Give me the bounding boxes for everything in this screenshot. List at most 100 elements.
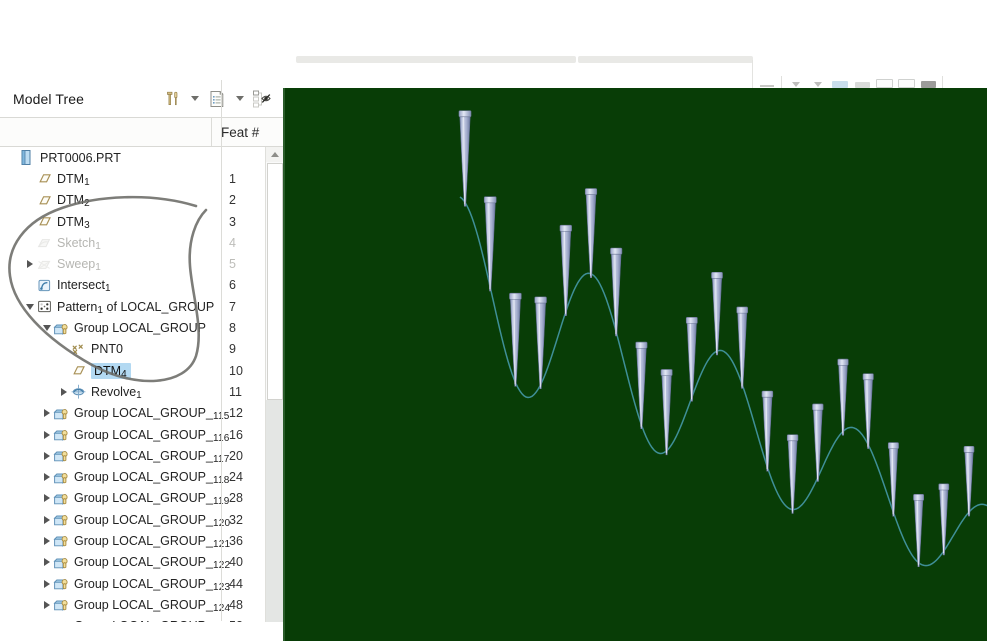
tree-row[interactable]: Group LOCAL_GROUP_12032 <box>0 509 262 530</box>
tree-row-label-index: 3 <box>84 219 90 231</box>
scrollbar-lower-track[interactable] <box>266 400 283 622</box>
tree-row-label: Revolve1 <box>91 384 142 401</box>
patterned-features <box>458 110 975 568</box>
tree-row[interactable]: Revolve1 11 <box>0 381 262 402</box>
group-icon <box>53 596 70 613</box>
tree-row-label: Sweep1 <box>57 257 101 274</box>
group-icon <box>53 405 70 422</box>
revolve-icon <box>70 383 87 400</box>
tree-row-feat-number: 1 <box>229 171 236 186</box>
scroll-up-arrow[interactable] <box>266 147 283 162</box>
model-tree-body: PRT0006.PRT DTM1 1 DTM2 2 DTM3 3 Sketch1 4 Sweep1… <box>0 147 283 622</box>
secondary-toolbar[interactable] <box>752 60 987 90</box>
chevron-right-icon[interactable] <box>40 467 53 488</box>
group-icon <box>53 618 70 622</box>
chevron-right-icon[interactable] <box>40 530 53 551</box>
tree-row[interactable]: Group LOCAL_GROUP_12136 <box>0 530 262 551</box>
revolve-feature <box>887 442 899 517</box>
chevron-right-icon[interactable] <box>40 488 53 509</box>
tree-row[interactable]: DTM2 2 <box>0 190 262 211</box>
tree-row-label: Group LOCAL_GROUP_118 <box>74 470 234 486</box>
intersect-icon <box>36 277 53 294</box>
tree-row[interactable]: Group LOCAL_GROUP_11720 <box>0 445 262 466</box>
chevron-right-icon[interactable] <box>40 403 53 424</box>
tree-row[interactable]: Pattern1 of LOCAL_GROUP 7 <box>0 296 262 317</box>
model-tree-toolbar <box>159 80 275 117</box>
chevron-right-icon[interactable] <box>57 381 70 402</box>
tree-row-label: Pattern1 of LOCAL_GROUP <box>57 299 215 316</box>
tree-row[interactable]: Group LOCAL_GROUP_11512 <box>0 403 262 424</box>
tree-row-feat-number: 9 <box>229 342 236 357</box>
tree-row-feat-number: 7 <box>229 299 236 314</box>
tree-row[interactable]: Group LOCAL_GROUP_11616 <box>0 424 262 445</box>
chevron-right-icon[interactable] <box>40 573 53 594</box>
tree-row[interactable]: Group LOCAL_GROUP_11928 <box>0 488 262 509</box>
tree-row[interactable]: Sweep1 5 <box>0 253 262 274</box>
tree-row-label: DTM4 <box>91 362 131 380</box>
tree-row-label-index: 1 <box>95 240 101 252</box>
tree-row-label: Intersect1 <box>57 278 111 295</box>
tree-row-label: Group LOCAL_GROUP_121 <box>74 534 234 550</box>
chevron-down-icon[interactable] <box>23 296 36 317</box>
scrollbar-thumb[interactable] <box>267 163 283 400</box>
tree-row[interactable]: DTM4 10 <box>0 360 262 381</box>
tree-row[interactable]: Group LOCAL_GROUP_12552 <box>0 616 262 622</box>
tree-row-label-index: 2 <box>84 198 90 210</box>
toolbar-strip-right <box>578 56 753 63</box>
tree-row-label: Group LOCAL_GROUP_119 <box>74 491 234 507</box>
tree-row[interactable]: PNT0 9 <box>0 339 262 360</box>
group-icon <box>53 511 70 528</box>
twisty-placeholder <box>23 211 36 232</box>
tree-row-feat-number: 5 <box>229 257 236 272</box>
tree-row-label: Group LOCAL_GROUP_120 <box>74 513 234 529</box>
tree-row[interactable]: Group LOCAL_GROUP_11824 <box>0 466 262 487</box>
twisty-placeholder <box>57 360 70 381</box>
chevron-down-icon[interactable] <box>40 318 53 339</box>
tree-row[interactable]: Sketch1 4 <box>0 232 262 253</box>
settings-tools-icon[interactable] <box>159 86 185 112</box>
tree-row-label: Group LOCAL_GROUP_117 <box>74 449 234 465</box>
display-list-icon[interactable] <box>204 86 230 112</box>
tree-row-label-suffix: of LOCAL_GROUP <box>103 299 215 314</box>
chevron-right-icon[interactable] <box>40 616 53 622</box>
tree-row[interactable]: DTM3 3 <box>0 211 262 232</box>
chevron-right-icon[interactable] <box>23 254 36 275</box>
tree-row-label: DTM2 <box>57 193 90 210</box>
tree-filters-icon[interactable] <box>249 86 275 112</box>
chevron-down-icon[interactable] <box>188 86 201 112</box>
tree-row-feat-number: 52 <box>229 619 262 622</box>
tree-row[interactable]: PRT0006.PRT <box>0 147 262 168</box>
tree-row-feat-number: 11 <box>229 384 242 399</box>
group-icon <box>53 490 70 507</box>
chevron-right-icon[interactable] <box>40 509 53 530</box>
twisty-placeholder <box>23 168 36 189</box>
tree-row-label-index: 1 <box>104 283 111 295</box>
graphics-viewport[interactable] <box>285 88 987 641</box>
tree-row-label: Group LOCAL_GROUP_122 <box>74 555 234 571</box>
chevron-right-icon[interactable] <box>40 552 53 573</box>
group-icon <box>53 320 70 337</box>
tree-row[interactable]: DTM1 1 <box>0 168 262 189</box>
twisty-placeholder <box>23 232 36 253</box>
chevron-down-icon[interactable] <box>233 86 246 112</box>
column-header-name <box>0 118 211 146</box>
tree-vertical-scrollbar[interactable] <box>265 147 283 622</box>
tree-rows-container: PRT0006.PRT DTM1 1 DTM2 2 DTM3 3 Sketch1 4 Sweep1… <box>0 147 262 622</box>
tree-row[interactable]: Group LOCAL_GROUP 8 <box>0 317 262 338</box>
tree-row[interactable]: Intersect1 6 <box>0 275 262 296</box>
tree-row-label-index: 1 <box>95 262 101 274</box>
chevron-right-icon[interactable] <box>40 424 53 445</box>
twisty-placeholder <box>6 147 19 168</box>
chevron-right-icon[interactable] <box>40 594 53 615</box>
tree-row[interactable]: Group LOCAL_GROUP_12240 <box>0 552 262 573</box>
panel-title: Model Tree <box>13 90 85 107</box>
revolve-feature <box>584 188 598 279</box>
tree-row-label: Group LOCAL_GROUP <box>74 321 206 336</box>
chevron-right-icon[interactable] <box>40 445 53 466</box>
tree-row-feat-number: 32 <box>229 512 243 527</box>
tree-row[interactable]: Group LOCAL_GROUP_12448 <box>0 594 262 615</box>
sketch-icon <box>36 234 53 251</box>
revolve-feature <box>963 445 975 517</box>
tree-row[interactable]: Group LOCAL_GROUP_12344 <box>0 573 262 594</box>
tree-row-label: Sketch1 <box>57 235 101 252</box>
